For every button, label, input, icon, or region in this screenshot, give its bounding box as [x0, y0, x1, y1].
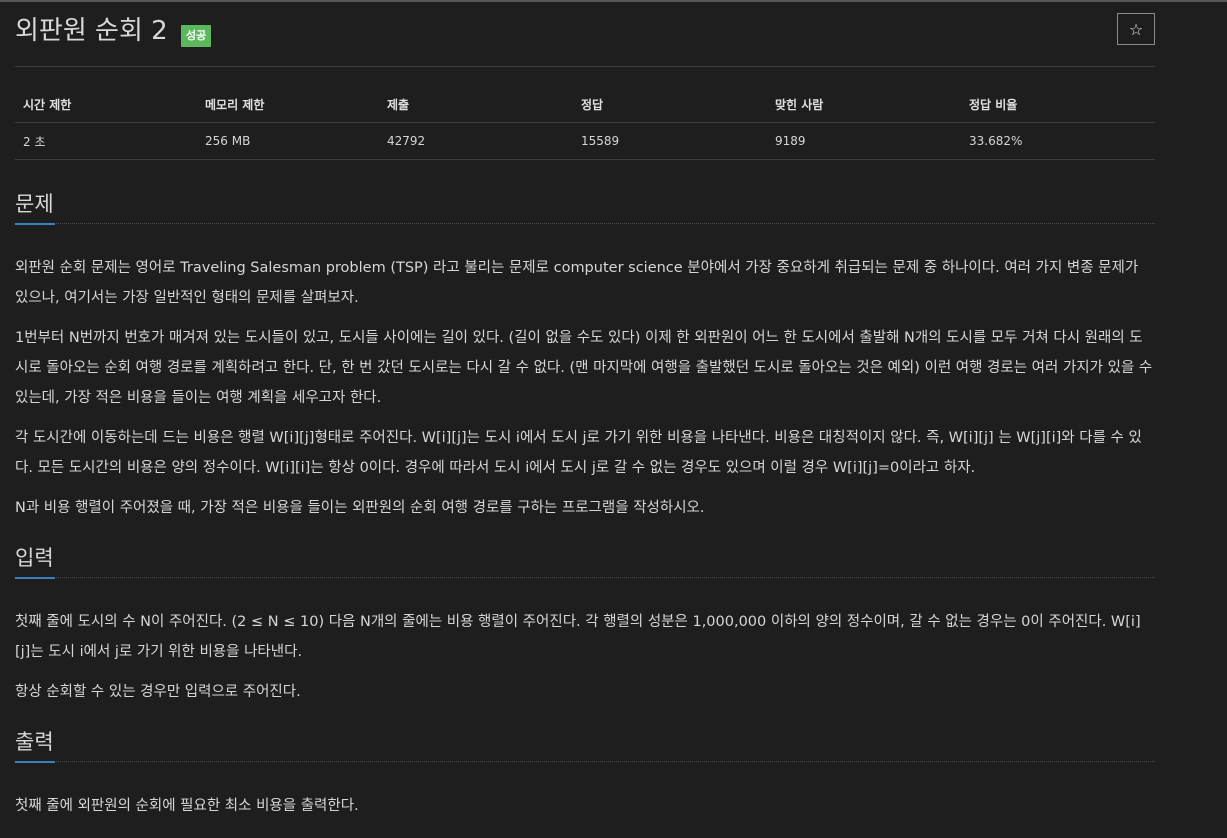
- stats-value-row: 2 초 256 MB 42792 15589 9189 33.682%: [15, 122, 1155, 160]
- section-heading-text: 입력: [15, 546, 54, 570]
- description-paragraph: 외판원 순회 문제는 영어로 Traveling Salesman proble…: [15, 260, 1139, 306]
- stats-header-row: 시간 제한 메모리 제한 제출 정답 맞힌 사람 정답 비율: [15, 86, 1155, 123]
- input-section: 입력 첫째 줄에 도시의 수 N이 주어진다. (2 ≤ N ≤ 10) 다음 …: [15, 543, 1155, 707]
- section-heading: 문제: [15, 189, 1155, 225]
- input-paragraph: 항상 순회할 수 있는 경우만 입력으로 주어진다.: [15, 684, 301, 700]
- stats-accept-ratio: 33.682%: [961, 122, 1155, 160]
- favorite-button[interactable]: ☆: [1117, 13, 1155, 45]
- problem-header: 외판원 순회 2 성공 ☆: [15, 0, 1155, 67]
- stats-header-solved-users: 맞힌 사람: [767, 86, 961, 123]
- section-heading-text: 출력: [15, 730, 54, 754]
- description-paragraph: 1번부터 N번까지 번호가 매겨져 있는 도시들이 있고, 도시들 사이에는 길…: [15, 330, 1153, 406]
- stats-header-memory-limit: 메모리 제한: [197, 86, 379, 123]
- output-paragraph: 첫째 줄에 외판원의 순회에 필요한 최소 비용을 출력한다.: [15, 798, 359, 814]
- stats-header-time-limit: 시간 제한: [15, 86, 197, 123]
- problem-description-section: 문제 외판원 순회 문제는 영어로 Traveling Salesman pro…: [15, 189, 1155, 523]
- star-icon: ☆: [1128, 20, 1144, 39]
- stats-header-accept-ratio: 정답 비율: [961, 86, 1155, 123]
- status-badge: 성공: [181, 25, 212, 47]
- heading-underline: [15, 223, 55, 225]
- stats-solved-users: 9189: [767, 122, 961, 160]
- stats-accepted: 15589: [573, 122, 767, 160]
- section-heading-text: 문제: [15, 192, 54, 216]
- stats-header-submissions: 제출: [379, 86, 573, 123]
- problem-page: 외판원 순회 2 성공 ☆ 시간 제한 메모리 제한 제출 정답 맞힌 사람 정…: [15, 0, 1155, 814]
- stats-submissions: 42792: [379, 122, 573, 160]
- heading-underline: [15, 577, 55, 579]
- section-heading: 출력: [15, 727, 1155, 763]
- stats-time-limit: 2 초: [15, 122, 197, 160]
- section-heading: 입력: [15, 543, 1155, 579]
- output-section: 출력 첫째 줄에 외판원의 순회에 필요한 최소 비용을 출력한다.: [15, 727, 1155, 821]
- stats-header-accepted: 정답: [573, 86, 767, 123]
- heading-underline: [15, 761, 55, 763]
- description-paragraph: N과 비용 행렬이 주어졌을 때, 가장 적은 비용을 들이는 외판원의 순회 …: [15, 500, 705, 516]
- input-paragraph: 첫째 줄에 도시의 수 N이 주어진다. (2 ≤ N ≤ 10) 다음 N개의…: [15, 614, 1141, 660]
- stats-memory-limit: 256 MB: [197, 122, 379, 160]
- problem-title: 외판원 순회 2: [15, 16, 168, 46]
- description-paragraph: 각 도시간에 이동하는데 드는 비용은 행렬 W[i][j]형태로 주어진다. …: [15, 430, 1142, 476]
- problem-stats-table: 시간 제한 메모리 제한 제출 정답 맞힌 사람 정답 비율 2 초 256 M…: [15, 86, 1155, 160]
